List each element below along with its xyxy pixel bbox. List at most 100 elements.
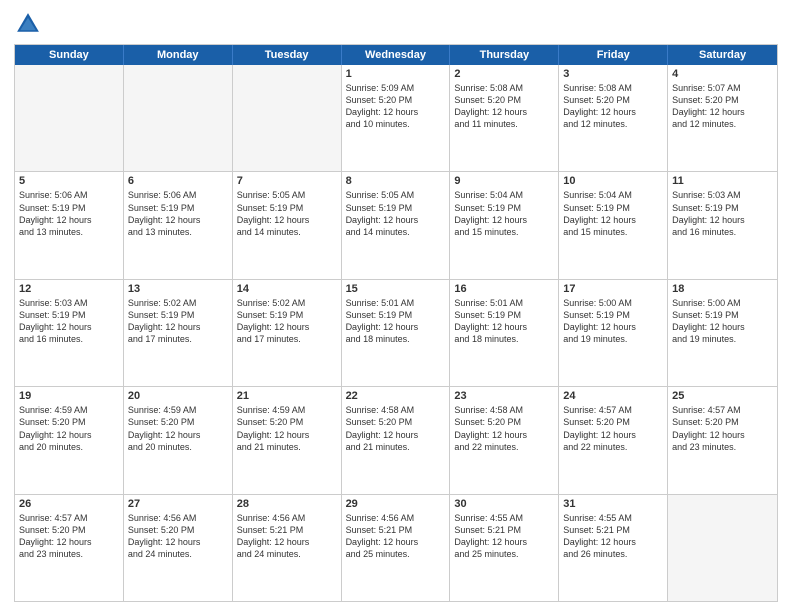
day-info: Sunrise: 4:57 AM Sunset: 5:20 PM Dayligh… <box>672 404 773 453</box>
calendar-cell: 3 Sunrise: 5:08 AM Sunset: 5:20 PM Daylig… <box>559 65 668 171</box>
day-info: Sunrise: 5:06 AM Sunset: 5:19 PM Dayligh… <box>128 189 228 238</box>
calendar-cell <box>15 65 124 171</box>
day-number: 20 <box>128 390 228 402</box>
day-info: Sunrise: 5:01 AM Sunset: 5:19 PM Dayligh… <box>454 297 554 346</box>
header-day-thursday: Thursday <box>450 45 559 65</box>
calendar-cell: 23Sunrise: 4:58 AM Sunset: 5:20 PM Dayli… <box>450 387 559 493</box>
day-number: 31 <box>563 498 663 510</box>
day-info: Sunrise: 4:55 AM Sunset: 5:21 PM Dayligh… <box>454 512 554 561</box>
header-day-friday: Friday <box>559 45 668 65</box>
day-number: 27 <box>128 498 228 510</box>
day-number: 19 <box>19 390 119 402</box>
calendar-cell: 2Sunrise: 5:08 AM Sunset: 5:20 PM Daylig… <box>450 65 559 171</box>
header <box>14 10 778 38</box>
calendar-cell: 15 Sunrise: 5:01 AM Sunset: 5:19 PM Dayli… <box>342 280 451 386</box>
day-info: Sunrise: 5:04 AM Sunset: 5:19 PM Dayligh… <box>563 189 663 238</box>
calendar-cell: 21 Sunrise: 4:59 AM Sunset: 5:20 PM Dayli… <box>233 387 342 493</box>
day-info: Sunrise: 5:08 AM Sunset: 5:20 PM Dayligh… <box>563 82 663 131</box>
header-day-saturday: Saturday <box>668 45 777 65</box>
calendar-cell: 20 Sunrise: 4:59 AM Sunset: 5:20 PM Dayli… <box>124 387 233 493</box>
calendar-cell: 28Sunrise: 4:56 AM Sunset: 5:21 PM Dayli… <box>233 495 342 601</box>
calendar-cell: 14 Sunrise: 5:02 AM Sunset: 5:19 PM Dayli… <box>233 280 342 386</box>
calendar-cell: 24Sunrise: 4:57 AM Sunset: 5:20 PM Dayli… <box>559 387 668 493</box>
day-info: Sunrise: 5:06 AM Sunset: 5:19 PM Dayligh… <box>19 189 119 238</box>
day-number: 22 <box>346 390 446 402</box>
day-info: Sunrise: 4:59 AM Sunset: 5:20 PM Dayligh… <box>128 404 228 453</box>
day-info: Sunrise: 5:03 AM Sunset: 5:19 PM Dayligh… <box>19 297 119 346</box>
day-info: Sunrise: 4:56 AM Sunset: 5:20 PM Dayligh… <box>128 512 228 561</box>
calendar-cell: 16 Sunrise: 5:01 AM Sunset: 5:19 PM Dayli… <box>450 280 559 386</box>
calendar-week-2: 5 Sunrise: 5:06 AM Sunset: 5:19 PM Daylig… <box>15 172 777 279</box>
day-number: 4 <box>672 68 773 80</box>
day-number: 14 <box>237 283 337 295</box>
logo-icon <box>14 10 42 38</box>
day-info: Sunrise: 5:03 AM Sunset: 5:19 PM Dayligh… <box>672 189 773 238</box>
day-number: 1 <box>346 68 446 80</box>
calendar-cell: 30 Sunrise: 4:55 AM Sunset: 5:21 PM Dayli… <box>450 495 559 601</box>
day-info: Sunrise: 4:57 AM Sunset: 5:20 PM Dayligh… <box>19 512 119 561</box>
calendar-cell: 31 Sunrise: 4:55 AM Sunset: 5:21 PM Dayli… <box>559 495 668 601</box>
calendar-cell: 8 Sunrise: 5:05 AM Sunset: 5:19 PM Daylig… <box>342 172 451 278</box>
calendar-week-1: 1Sunrise: 5:09 AM Sunset: 5:20 PM Daylig… <box>15 65 777 172</box>
calendar-cell: 5 Sunrise: 5:06 AM Sunset: 5:19 PM Daylig… <box>15 172 124 278</box>
day-number: 23 <box>454 390 554 402</box>
calendar-cell: 1Sunrise: 5:09 AM Sunset: 5:20 PM Daylig… <box>342 65 451 171</box>
day-number: 15 <box>346 283 446 295</box>
calendar-cell <box>668 495 777 601</box>
day-info: Sunrise: 4:55 AM Sunset: 5:21 PM Dayligh… <box>563 512 663 561</box>
day-info: Sunrise: 4:56 AM Sunset: 5:21 PM Dayligh… <box>346 512 446 561</box>
day-info: Sunrise: 4:59 AM Sunset: 5:20 PM Dayligh… <box>19 404 119 453</box>
calendar-cell: 11 Sunrise: 5:03 AM Sunset: 5:19 PM Dayli… <box>668 172 777 278</box>
day-info: Sunrise: 5:00 AM Sunset: 5:19 PM Dayligh… <box>672 297 773 346</box>
calendar-cell: 13 Sunrise: 5:02 AM Sunset: 5:19 PM Dayli… <box>124 280 233 386</box>
calendar-cell: 6 Sunrise: 5:06 AM Sunset: 5:19 PM Daylig… <box>124 172 233 278</box>
day-number: 16 <box>454 283 554 295</box>
day-info: Sunrise: 5:00 AM Sunset: 5:19 PM Dayligh… <box>563 297 663 346</box>
day-number: 13 <box>128 283 228 295</box>
day-number: 25 <box>672 390 773 402</box>
calendar-body: 1Sunrise: 5:09 AM Sunset: 5:20 PM Daylig… <box>15 65 777 601</box>
header-day-wednesday: Wednesday <box>342 45 451 65</box>
page: SundayMondayTuesdayWednesdayThursdayFrid… <box>0 0 792 612</box>
day-number: 30 <box>454 498 554 510</box>
day-info: Sunrise: 4:57 AM Sunset: 5:20 PM Dayligh… <box>563 404 663 453</box>
calendar-cell: 19 Sunrise: 4:59 AM Sunset: 5:20 PM Dayli… <box>15 387 124 493</box>
calendar-cell: 25 Sunrise: 4:57 AM Sunset: 5:20 PM Dayli… <box>668 387 777 493</box>
calendar-cell: 12Sunrise: 5:03 AM Sunset: 5:19 PM Dayli… <box>15 280 124 386</box>
day-info: Sunrise: 5:05 AM Sunset: 5:19 PM Dayligh… <box>237 189 337 238</box>
day-number: 7 <box>237 175 337 187</box>
calendar-week-3: 12Sunrise: 5:03 AM Sunset: 5:19 PM Dayli… <box>15 280 777 387</box>
day-number: 9 <box>454 175 554 187</box>
logo <box>14 10 46 38</box>
calendar-cell: 17 Sunrise: 5:00 AM Sunset: 5:19 PM Dayli… <box>559 280 668 386</box>
day-number: 10 <box>563 175 663 187</box>
day-number: 17 <box>563 283 663 295</box>
day-info: Sunrise: 5:05 AM Sunset: 5:19 PM Dayligh… <box>346 189 446 238</box>
calendar-cell: 10 Sunrise: 5:04 AM Sunset: 5:19 PM Dayli… <box>559 172 668 278</box>
day-number: 6 <box>128 175 228 187</box>
day-info: Sunrise: 5:02 AM Sunset: 5:19 PM Dayligh… <box>237 297 337 346</box>
day-info: Sunrise: 4:59 AM Sunset: 5:20 PM Dayligh… <box>237 404 337 453</box>
day-number: 11 <box>672 175 773 187</box>
day-info: Sunrise: 5:02 AM Sunset: 5:19 PM Dayligh… <box>128 297 228 346</box>
calendar-week-4: 19 Sunrise: 4:59 AM Sunset: 5:20 PM Dayli… <box>15 387 777 494</box>
day-number: 28 <box>237 498 337 510</box>
calendar-cell <box>233 65 342 171</box>
day-number: 8 <box>346 175 446 187</box>
calendar-cell: 9 Sunrise: 5:04 AM Sunset: 5:19 PM Daylig… <box>450 172 559 278</box>
day-number: 5 <box>19 175 119 187</box>
calendar-week-5: 26Sunrise: 4:57 AM Sunset: 5:20 PM Dayli… <box>15 495 777 601</box>
day-number: 18 <box>672 283 773 295</box>
day-info: Sunrise: 5:08 AM Sunset: 5:20 PM Dayligh… <box>454 82 554 131</box>
calendar-cell: 18 Sunrise: 5:00 AM Sunset: 5:19 PM Dayli… <box>668 280 777 386</box>
day-info: Sunrise: 5:04 AM Sunset: 5:19 PM Dayligh… <box>454 189 554 238</box>
day-number: 21 <box>237 390 337 402</box>
day-info: Sunrise: 5:01 AM Sunset: 5:19 PM Dayligh… <box>346 297 446 346</box>
day-number: 3 <box>563 68 663 80</box>
calendar-cell: 27 Sunrise: 4:56 AM Sunset: 5:20 PM Dayli… <box>124 495 233 601</box>
calendar-cell: 4 Sunrise: 5:07 AM Sunset: 5:20 PM Daylig… <box>668 65 777 171</box>
calendar-cell: 29Sunrise: 4:56 AM Sunset: 5:21 PM Dayli… <box>342 495 451 601</box>
day-info: Sunrise: 5:07 AM Sunset: 5:20 PM Dayligh… <box>672 82 773 131</box>
calendar-cell: 22Sunrise: 4:58 AM Sunset: 5:20 PM Dayli… <box>342 387 451 493</box>
calendar: SundayMondayTuesdayWednesdayThursdayFrid… <box>14 44 778 602</box>
